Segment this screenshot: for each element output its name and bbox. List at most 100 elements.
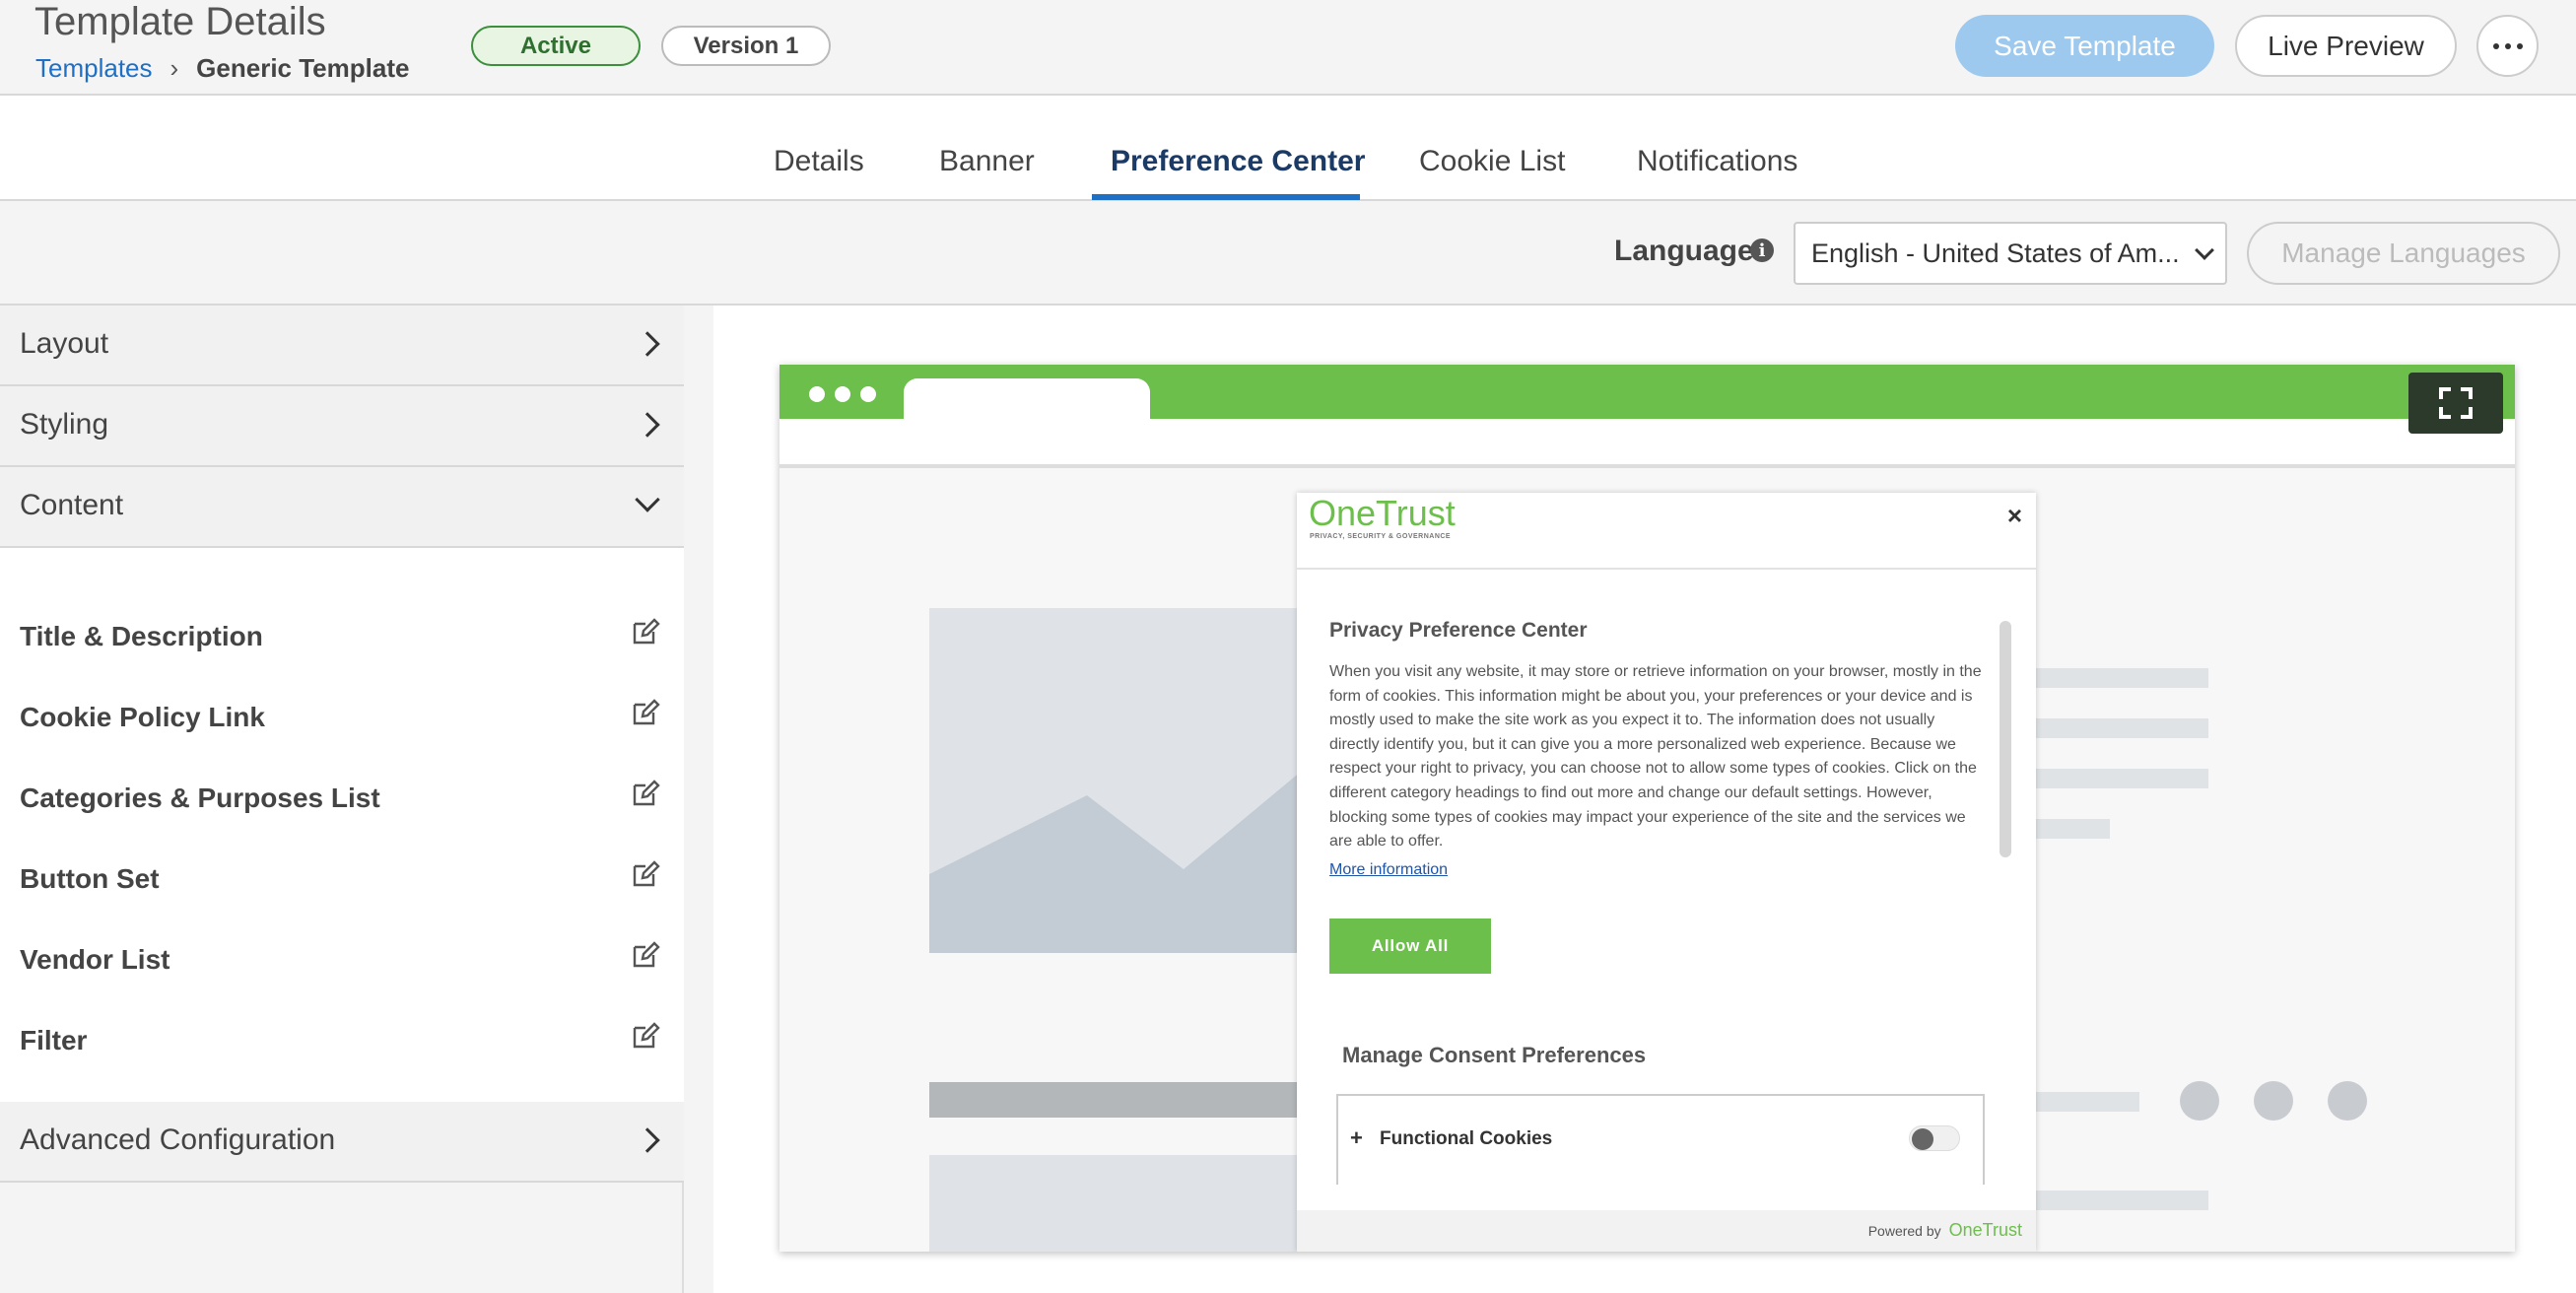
accordion-label: Layout [20,327,109,360]
status-badge: Active [471,26,641,66]
breadcrumb-templates-link[interactable]: Templates [35,53,153,84]
logo-tagline: PRIVACY, SECURITY & GOVERNANCE [1310,533,1452,540]
accordion-layout[interactable]: Layout [0,306,684,386]
cookie-category-label: Functional Cookies [1380,1128,1553,1149]
placeholder-line [2031,1092,2139,1112]
content-item-label: Cookie Policy Link [20,702,265,732]
placeholder-line [2031,718,2208,738]
powered-by: Powered by OneTrust [1868,1220,2022,1241]
accordion-label: Styling [20,408,109,441]
close-icon[interactable]: × [2007,501,2022,531]
browser-titlebar [780,365,2515,419]
modal-scrollbar[interactable] [2000,621,2011,857]
language-select-value: English - United States of Am... [1811,238,2180,268]
content-item-title-description[interactable]: Title & Description [0,597,684,678]
content-item-cookie-policy-link[interactable]: Cookie Policy Link [0,678,684,759]
preference-center-description: When you visit any website, it may store… [1329,663,1982,851]
preference-center-modal: OneTrust PRIVACY, SECURITY & GOVERNANCE … [1297,493,2036,1252]
content-item-categories-purposes[interactable]: Categories & Purposes List [0,759,684,840]
browser-mockup: OneTrust PRIVACY, SECURITY & GOVERNANCE … [780,365,2515,1252]
browser-tab [904,378,1150,419]
info-icon[interactable]: i [1750,238,1774,262]
placeholder-line [2031,769,2208,788]
placeholder-image [929,608,1343,953]
placeholder-bar [929,1082,1323,1118]
chevron-right-icon [635,331,660,357]
window-dot [860,386,876,402]
fullscreen-icon [2439,387,2473,419]
tab-bar: Details Banner Preference Center Cookie … [0,96,2576,201]
expand-plus-icon[interactable]: + [1350,1125,1363,1151]
save-template-button[interactable]: Save Template [1955,15,2214,77]
content-item-filter[interactable]: Filter [0,1001,684,1082]
placeholder-circle [2254,1081,2293,1121]
preference-center-title: Privacy Preference Center [1329,619,1588,642]
more-dot [2504,42,2511,49]
chevron-right-icon [635,412,660,438]
language-select[interactable]: English - United States of Am... [1794,222,2227,285]
page-title: Template Details [34,0,326,43]
accordion-advanced-configuration[interactable]: Advanced Configuration [0,1102,684,1183]
modal-footer: Powered by OneTrust [1297,1210,2036,1252]
version-badge: Version 1 [661,26,831,66]
accordion-content[interactable]: Content [0,467,684,548]
chevron-down-icon [2195,240,2214,260]
content-item-vendor-list[interactable]: Vendor List [0,920,684,1001]
window-dot [809,386,825,402]
powered-by-label: Powered by [1867,1223,1941,1239]
placeholder-block [929,1155,1323,1252]
toggle-knob [1912,1128,1933,1150]
placeholder-circle [2328,1081,2367,1121]
breadcrumb-current: Generic Template [196,53,410,83]
tab-preference-center[interactable]: Preference Center [1111,145,1365,178]
breadcrumb: Templates › Generic Template [35,53,409,84]
accordion-label: Content [20,489,124,521]
manage-consent-title: Manage Consent Preferences [1342,1043,1647,1067]
accordion-styling[interactable]: Styling [0,386,684,467]
sidebar: Layout Styling Content Title & Descripti… [0,306,684,1293]
allow-all-button[interactable]: Allow All [1329,919,1491,974]
more-dot [2516,42,2523,49]
language-bar: Language i English - United States of Am… [0,201,2576,306]
tab-details[interactable]: Details [774,145,864,178]
modal-header: OneTrust PRIVACY, SECURITY & GOVERNANCE … [1297,493,2036,570]
browser-address-row [780,419,2515,468]
tab-cookie-list[interactable]: Cookie List [1419,145,1565,178]
placeholder-line [2031,1191,2208,1210]
language-label: Language [1614,235,1754,267]
placeholder-circle [2180,1081,2219,1121]
more-options-button[interactable] [2476,15,2539,77]
content-item-label: Button Set [20,863,160,894]
manage-languages-button[interactable]: Manage Languages [2247,222,2560,285]
edit-icon[interactable] [631,940,660,970]
tab-notifications[interactable]: Notifications [1637,145,1797,178]
content-item-label: Title & Description [20,621,263,651]
edit-icon[interactable] [631,617,660,646]
window-dot [835,386,850,402]
placeholder-line [2031,668,2208,688]
live-preview-button[interactable]: Live Preview [2235,15,2457,77]
accordion-label: Advanced Configuration [20,1123,336,1156]
edit-icon[interactable] [631,1021,660,1051]
edit-icon[interactable] [631,779,660,808]
functional-cookies-toggle[interactable] [1909,1125,1960,1151]
content-item-label: Categories & Purposes List [20,783,380,813]
content-item-button-set[interactable]: Button Set [0,840,684,920]
mountain-icon [929,736,1343,953]
placeholder-line [2031,819,2110,839]
cookie-category-row[interactable]: + Functional Cookies [1336,1094,1985,1185]
more-information-link[interactable]: More information [1329,861,1448,879]
chevron-right-icon [635,1127,660,1153]
edit-icon[interactable] [631,698,660,727]
edit-icon[interactable] [631,859,660,889]
content-panel: Title & Description Cookie Policy Link C… [0,548,684,1102]
tab-banner[interactable]: Banner [939,145,1035,178]
fullscreen-button[interactable] [2408,373,2503,434]
onetrust-logo: OneTrust [1309,493,1456,533]
more-horizontal-icon [2492,42,2499,49]
chevron-down-icon [635,487,660,512]
active-tab-indicator [1092,194,1360,200]
powered-by-brand[interactable]: OneTrust [1949,1220,2022,1241]
content-item-label: Filter [20,1025,88,1055]
page-header: Template Details Templates › Generic Tem… [0,0,2576,96]
